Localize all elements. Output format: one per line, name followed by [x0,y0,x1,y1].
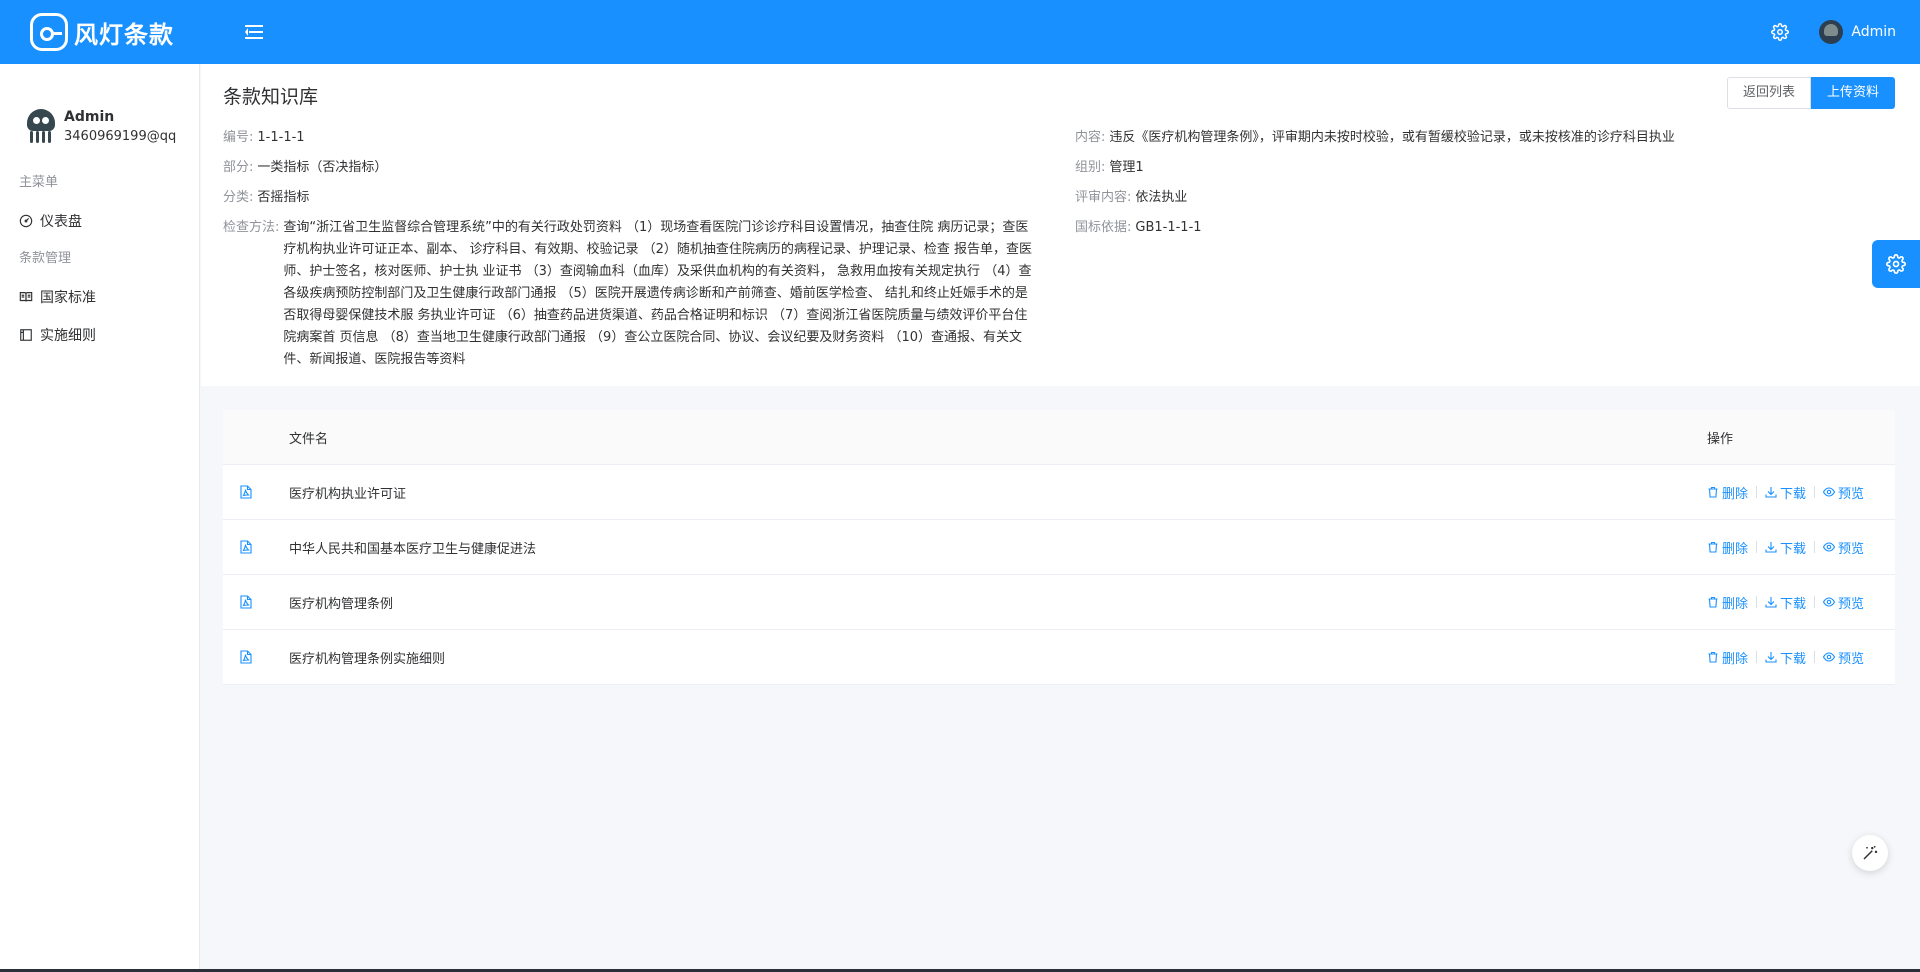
detail-right-column: 内容: 违反《医疗机构管理条例》，评审期内未按时校验，或有暂缓校验记录，或未按核准… [1075,127,1875,247]
table-header: 文件名 操作 [223,410,1895,465]
gear-icon[interactable] [1771,23,1790,41]
method-label: 检查方法: [223,220,280,235]
sidebar-item-label: 仪表盘 [40,214,82,230]
pdf-file-icon [223,595,289,609]
column-actions: 操作 [1707,431,1734,447]
top-header: 风灯条款 Admin [0,0,1920,64]
logo[interactable]: 风灯条款 [30,13,215,51]
detail-left-column: 编号: 1-1-1-1 部分: 一类指标（否决指标） 分类: 否摇指标 检查方法: 查询… [223,127,1053,379]
download-icon [1765,541,1780,553]
upload-button[interactable]: 上传资料 [1810,77,1895,109]
avatar[interactable] [1819,20,1844,44]
number-label: 编号: [223,130,254,145]
part-label: 部分: [223,160,254,175]
group-label: 组别: [1075,160,1106,175]
delete-icon [1707,486,1722,498]
table-row: 医疗机构执业许可证 删除 下载 预览 [223,465,1895,520]
calendar-icon [20,329,32,341]
eye-icon [1823,541,1838,553]
number-value: 1-1-1-1 [257,130,305,145]
magic-wand-icon [1863,845,1878,860]
menu-group-main: 主菜单 [19,175,59,190]
menu-group-clauses: 条款管理 [19,251,72,266]
app-title: 风灯条款 [74,20,174,49]
download-button[interactable]: 下载 [1765,538,1806,557]
download-button[interactable]: 下载 [1765,593,1806,612]
review-value: 依法执业 [1135,190,1188,205]
sidebar-item-dashboard[interactable]: 仪表盘 [0,202,199,240]
download-button[interactable]: 下载 [1765,648,1806,667]
content-label: 内容: [1075,130,1106,145]
method-value: 查询“浙江省卫生监督综合管理系统”中的有关行政处罚资料 （1）现场查看医院门诊诊… [283,220,1033,367]
avatar [24,109,58,143]
preview-button[interactable]: 预览 [1823,648,1864,667]
menu-fold-icon[interactable] [245,25,263,39]
pdf-file-icon [223,485,289,499]
table-row: 中华人民共和国基本医疗卫生与健康促进法 删除 下载 预览 [223,520,1895,575]
standard-label: 国标依据: [1075,220,1132,235]
back-to-list-button[interactable]: 返回列表 [1726,77,1811,109]
settings-drawer-button[interactable] [1872,240,1920,288]
page-title: 条款知识库 [223,86,319,108]
profile-name: Admin [64,108,115,125]
eye-icon [1823,596,1838,608]
download-icon [1765,651,1780,663]
sidebar-item-national-standard[interactable]: 国家标准 [0,278,199,316]
sidebar-item-implementation-rules[interactable]: 实施细则 [0,316,199,354]
logo-icon [30,13,68,51]
delete-icon [1707,596,1722,608]
delete-button[interactable]: 删除 [1707,538,1748,557]
main-content: 条款知识库 返回列表 上传资料 编号: 1-1-1-1 部分: 一类指标（否决指标）… [201,64,1920,972]
files-table: 文件名 操作 医疗机构执业许可证 删除 下载 预览 中华人民共和国基本医疗卫生与健康促进… [223,410,1895,685]
file-name[interactable]: 医疗机构管理条例实施细则 [289,648,1707,667]
sidebar-item-label: 国家标准 [40,290,96,306]
file-name[interactable]: 医疗机构执业许可证 [289,483,1707,502]
delete-button[interactable]: 删除 [1707,483,1748,502]
preview-button[interactable]: 预览 [1823,483,1864,502]
download-icon [1765,596,1780,608]
clause-detail-card: 条款知识库 返回列表 上传资料 编号: 1-1-1-1 部分: 一类指标（否决指标）… [201,64,1920,386]
user-profile: Admin 3460969199@qq.c [0,64,199,164]
pdf-file-icon [223,540,289,554]
file-name[interactable]: 中华人民共和国基本医疗卫生与健康促进法 [289,538,1707,557]
content-value: 违反《医疗机构管理条例》，评审期内未按时校验，或有暂缓校验记录，或未按核准的诊疗… [1109,130,1675,145]
profile-email: 3460969199@qq.c [64,128,176,144]
group-value: 管理1 [1109,160,1144,175]
header-user-name[interactable]: Admin [1851,24,1896,40]
category-value: 否摇指标 [257,190,310,205]
download-icon [1765,486,1780,498]
table-row: 医疗机构管理条例 删除 下载 预览 [223,575,1895,630]
dashboard-icon [19,214,33,228]
category-label: 分类: [223,190,254,205]
standard-value: GB1-1-1-1 [1135,220,1202,235]
table-row: 医疗机构管理条例实施细则 删除 下载 预览 [223,630,1895,685]
sidebar: Admin 3460969199@qq.c 主菜单 仪表盘 条款管理 国家标准 … [0,64,200,972]
header-actions: 返回列表 上传资料 [1726,77,1895,109]
eye-icon [1823,486,1838,498]
delete-icon [1707,541,1722,553]
pdf-file-icon [223,650,289,664]
review-label: 评审内容: [1075,190,1132,205]
delete-button[interactable]: 删除 [1707,593,1748,612]
delete-button[interactable]: 删除 [1707,648,1748,667]
sidebar-item-label: 实施细则 [40,328,96,344]
magic-wand-button[interactable] [1852,835,1888,871]
eye-icon [1823,651,1838,663]
column-filename: 文件名 [289,431,329,447]
delete-icon [1707,651,1722,663]
download-button[interactable]: 下载 [1765,483,1806,502]
book-icon [19,292,33,302]
preview-button[interactable]: 预览 [1823,538,1864,557]
preview-button[interactable]: 预览 [1823,593,1864,612]
gear-icon [1886,254,1906,274]
part-value: 一类指标（否决指标） [257,160,388,175]
file-name[interactable]: 医疗机构管理条例 [289,593,1707,612]
